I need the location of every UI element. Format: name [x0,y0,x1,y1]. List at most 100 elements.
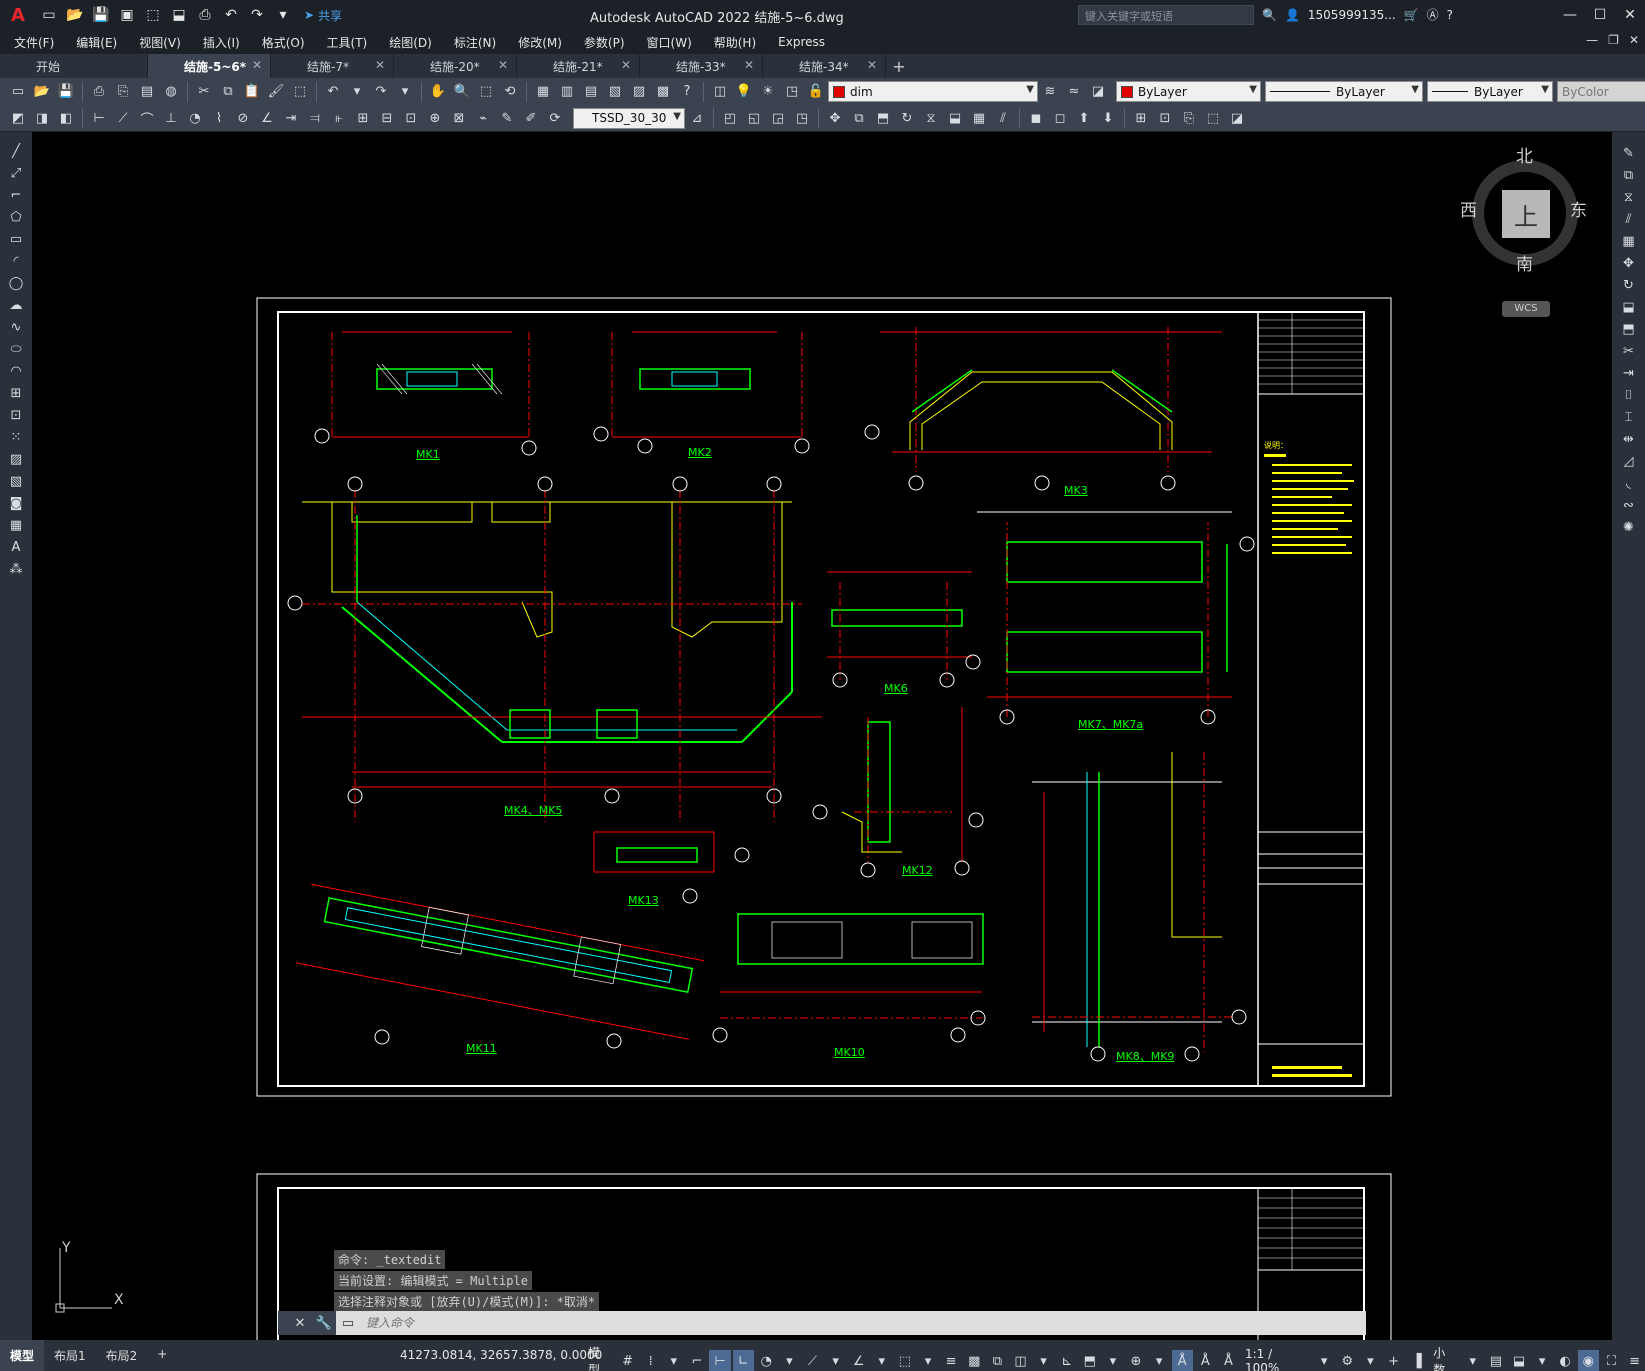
tab-jieshi-33[interactable]: 结施-33* ✕ [640,54,763,78]
menu-dimension[interactable]: 标注(N) [454,34,496,51]
stretch-icon[interactable]: ⬒ [873,108,893,128]
dim-edit-icon[interactable]: ✎ [497,108,517,128]
menu-edit[interactable]: 编辑(E) [76,34,117,51]
new-tab-button[interactable]: + [886,54,912,78]
sheet-set-icon[interactable]: ▧ [605,82,625,102]
open-web-icon[interactable]: ⬚ [142,4,164,26]
menu-parametric[interactable]: 参数(P) [584,34,625,51]
point-icon[interactable]: ⁙ [5,426,27,448]
tab-close-icon[interactable]: ✕ [621,58,631,72]
tab-start[interactable]: 开始 [0,54,148,78]
compass-south[interactable]: 南 [1516,250,1533,275]
units-value[interactable]: 小数 [1429,1344,1460,1371]
arc-icon[interactable]: ◜ [5,250,27,272]
save-icon[interactable]: 💾 [56,82,76,102]
command-prompt-icon[interactable]: ▭ [336,1311,360,1335]
compass-east[interactable]: 东 [1570,196,1587,221]
menu-express[interactable]: Express [778,35,825,49]
inspection-icon[interactable]: ⊠ [449,108,469,128]
help-icon[interactable]: ? [677,82,697,102]
undo-icon[interactable]: ↶ [220,4,242,26]
isolate-objects-icon[interactable]: ◐ [1555,1350,1576,1371]
move-icon[interactable]: ✥ [1618,252,1640,274]
plotstyle-combo[interactable]: ByColor ▼ [1557,81,1645,102]
dim-break-icon[interactable]: ⊟ [377,108,397,128]
gizmo-icon[interactable]: ⊕ [1125,1350,1146,1371]
new-icon[interactable]: ▭ [8,82,28,102]
design-center-icon[interactable]: ▥ [557,82,577,102]
zoom-window-icon[interactable]: ⬚ [476,82,496,102]
redo-dropdown-icon[interactable]: ▾ [395,82,415,102]
extend-icon[interactable]: ⇥ [1618,362,1640,384]
add-selected-icon[interactable]: ⁂ [5,558,27,580]
annotation-scale-icon[interactable]: Å [1218,1350,1239,1371]
create-block-icon[interactable]: ⊡ [1155,108,1175,128]
group-select-icon[interactable]: ◳ [792,108,812,128]
break-icon[interactable]: ⌶ [1618,406,1640,428]
tab-close-icon[interactable]: ✕ [498,58,508,72]
polar-icon[interactable]: ◔ [756,1350,777,1371]
viewcube[interactable]: 上 北 南 东 西 [1460,147,1590,278]
3d-osnap-dropdown-icon[interactable]: ▾ [1033,1350,1054,1371]
viewcube-top-face[interactable]: 上 [1502,190,1550,238]
open-file-icon[interactable]: 📂 [64,4,86,26]
draw-order-back-icon[interactable]: ◻ [1050,108,1070,128]
quick-properties-icon[interactable]: ▤ [1485,1350,1506,1371]
scale-dropdown-icon[interactable]: ▾ [1314,1350,1335,1371]
redo-icon[interactable]: ↷ [246,4,268,26]
units-icon[interactable]: ▐ [1406,1350,1427,1371]
gradient-icon[interactable]: ▧ [5,470,27,492]
workspace-gear-icon[interactable]: ⚙ [1337,1350,1358,1371]
tab-jieshi-7[interactable]: 结施-7* ✕ [271,54,394,78]
mirror-icon[interactable]: ⧖ [1618,186,1640,208]
match-properties-icon[interactable]: 🖌 [266,82,286,102]
cart-icon[interactable]: 🛒 [1404,8,1419,22]
tab-jieshi-20[interactable]: 结施-20* ✕ [394,54,517,78]
block-editor-icon[interactable]: ⬚ [290,82,310,102]
copy-object-icon[interactable]: ⧉ [849,108,869,128]
paste-icon[interactable]: 📋 [242,82,262,102]
tab-layout1[interactable]: 布局1 [44,1340,96,1371]
transparency-icon[interactable]: ▩ [964,1350,985,1371]
attach-ref-icon[interactable]: ⎘ [1179,108,1199,128]
polygon-icon[interactable]: ⬠ [5,206,27,228]
ordinate-dim-icon[interactable]: ⊥ [161,108,181,128]
make-block-icon[interactable]: ⊡ [5,404,27,426]
array-icon[interactable]: ▦ [969,108,989,128]
menu-window[interactable]: 窗口(W) [647,34,692,51]
doc-close-icon[interactable]: ✕ [1629,33,1639,47]
selection-filter-dropdown-icon[interactable]: ▾ [1102,1350,1123,1371]
menu-tools[interactable]: 工具(T) [327,34,368,51]
selection-filter-icon[interactable]: ⬒ [1079,1350,1100,1371]
isodraft-icon[interactable]: ⟋ [802,1350,823,1371]
minimize-icon[interactable]: — [1555,0,1585,30]
search-input[interactable]: 键入关键字或短语 [1078,5,1254,25]
model-space-label[interactable]: 模型 [584,1344,615,1371]
baseline-dim-icon[interactable]: ⫤ [305,108,325,128]
coordinate-readout[interactable]: 41273.0814, 32657.3878, 0.0000 [400,1348,602,1362]
3d-osnap-icon[interactable]: ◫ [1010,1350,1031,1371]
layer-properties-icon[interactable]: ◫ [710,82,730,102]
erase-icon[interactable]: ✎ [1618,142,1640,164]
save-as-icon[interactable]: ▣ [116,4,138,26]
osnap-dropdown-icon[interactable]: ▾ [917,1350,938,1371]
hatch-icon[interactable]: ▨ [5,448,27,470]
close-icon[interactable]: ✕ [288,1311,312,1335]
offset-icon[interactable]: ⫽ [1618,208,1640,230]
user-icon[interactable]: 👤 [1285,8,1300,22]
fillet-icon[interactable]: ◟ [1618,472,1640,494]
auto-scale-icon[interactable]: Å [1195,1350,1216,1371]
lock-ui-icon[interactable]: ⬓ [1508,1350,1529,1371]
diameter-dim-icon[interactable]: ⊘ [233,108,253,128]
dim-update-icon[interactable]: ⟳ [545,108,565,128]
multiline-text-icon[interactable]: A [5,536,27,558]
menu-insert[interactable]: 插入(I) [203,34,240,51]
tab-layout2[interactable]: 布局2 [96,1340,148,1371]
tssd-icon[interactable]: ◩ [8,108,28,128]
customize-icon[interactable]: 🔧 [312,1311,336,1335]
grid-icon[interactable]: # [617,1350,638,1371]
compass-north[interactable]: 北 [1516,142,1533,167]
clean-screen-icon[interactable]: ⛶ [1601,1350,1622,1371]
tssd-tools-icon[interactable]: ◨ [32,108,52,128]
break-at-point-icon[interactable]: ⌷ [1618,384,1640,406]
